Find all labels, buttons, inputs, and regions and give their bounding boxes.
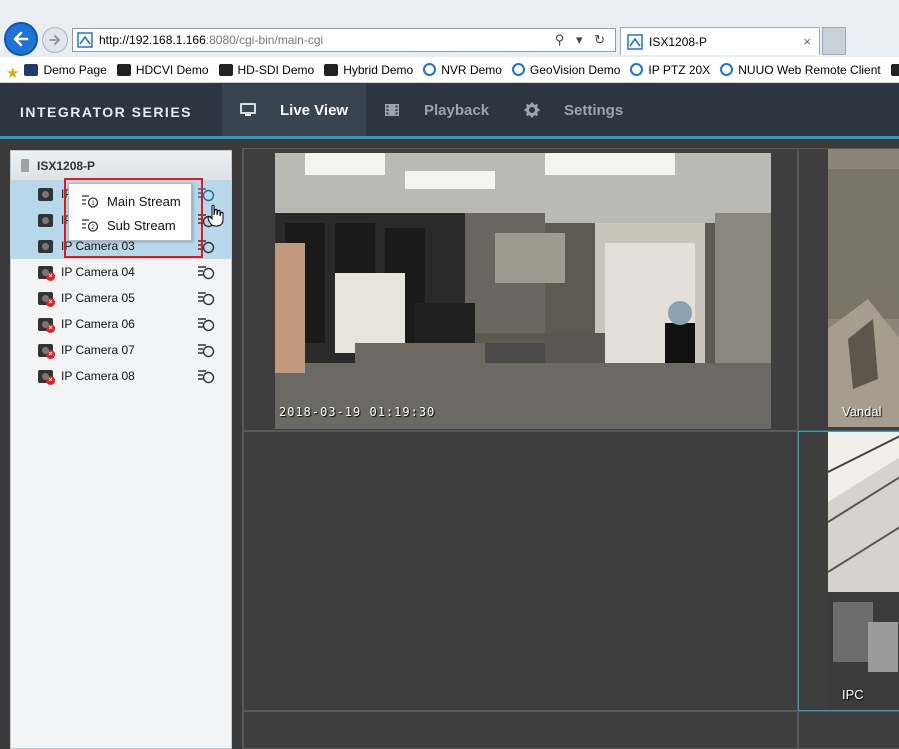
camera-feed-4: IPC [828,432,899,710]
video-grid: 2018-03-19 01:19:30 Vandal IPC [242,148,899,749]
main-stream-icon: 1 [82,195,99,208]
video-cell-5[interactable] [243,711,798,749]
camera-label: IP Camera 08 [61,369,135,383]
stream-select-icon[interactable] [197,368,215,384]
office-scene-image [275,153,771,429]
ie-icon [630,63,644,76]
app-header: INTEGRATOR SERIES Live View Playback Set… [0,84,899,139]
camera-feed-1: 2018-03-19 01:19:30 [275,153,771,429]
favorite-hdcvi-demo[interactable]: HDCVI Demo [116,63,209,77]
video-cell-1[interactable]: 2018-03-19 01:19:30 [243,148,798,431]
gear-icon [524,102,540,118]
tab-live-view[interactable]: Live View [222,84,367,136]
camera-label: IP Camera 07 [61,343,135,357]
film-icon [385,104,399,116]
camera-row-07[interactable]: × IP Camera 07 [11,337,231,363]
vandal-camera-image [828,149,899,427]
camera-icon [890,63,899,76]
demo-page-icon [24,63,39,76]
video-cell-3[interactable] [243,431,798,711]
favorite-demo-page[interactable]: Demo Page [24,63,107,77]
stream-select-icon[interactable] [197,186,215,202]
arrow-left-icon [13,31,29,47]
camera-row-05[interactable]: × IP Camera 05 [11,285,231,311]
video-cell-4[interactable]: IPC [798,431,899,711]
brand-title: INTEGRATOR SERIES [20,104,193,120]
camera-icon [324,63,339,76]
stream-select-icon[interactable] [197,264,215,280]
forward-button[interactable] [42,27,68,53]
address-tools-icons[interactable]: ⚲ ▾ ↻ [555,32,609,48]
camera-row-08[interactable]: × IP Camera 08 [11,363,231,389]
hand-cursor-icon [207,204,224,227]
favorite-hybrid-demo[interactable]: Hybrid Demo [324,63,413,77]
favorites-star-icon[interactable]: ★ [6,64,19,82]
camera-offline-icon: × [38,265,55,281]
camera-offline-icon: × [38,317,55,333]
url-path: :8080/cgi-bin/main-cgi [205,33,324,47]
url-host: http://192.168.1.166 [99,33,206,47]
tab-title: ISX1208-P [649,34,708,49]
device-node[interactable]: ISX1208-P [11,151,231,181]
camera-icon [38,187,53,201]
close-tab-icon[interactable]: × [803,34,811,49]
menu-item-sub-stream[interactable]: 2 Sub Stream [69,213,191,237]
tab-live-view-label: Live View [280,101,349,119]
menu-item-main-stream[interactable]: 1 Main Stream [69,189,191,213]
stream-select-icon[interactable] [197,290,215,306]
favorites-bar: ★ Demo Page HDCVI Demo HD-SDI Demo Hybri… [0,57,899,83]
device-name: ISX1208-P [37,158,96,173]
favorite-hd-sdi-demo[interactable]: HD-SDI Demo [218,63,314,77]
ie-icon [720,63,734,76]
camera-feed-2: Vandal [828,149,899,427]
stream-context-menu: 1 Main Stream 2 Sub Stream [68,183,192,241]
feed-4-overlay-label: IPC [842,687,864,702]
tab-playback[interactable]: Playback [384,84,489,136]
menu-label-sub-stream: Sub Stream [107,217,176,233]
camera-icon [116,63,131,76]
tab-settings-label: Settings [564,101,624,119]
sub-stream-icon: 2 [82,219,99,232]
address-bar[interactable]: http://192.168.1.166:8080/cgi-bin/main-c… [72,28,616,52]
favorite-ip-ptz-20x[interactable]: IP PTZ 20X [630,63,710,77]
camera-offline-icon: × [38,369,55,385]
video-cell-2[interactable]: Vandal [798,148,899,431]
camera-label: IP Camera 05 [61,291,135,305]
video-timestamp: 2018-03-19 01:19:30 [279,405,436,419]
tab-playback-label: Playback [424,101,490,119]
ie-icon [511,63,525,76]
camera-icon [218,63,233,76]
camera-icon [38,213,53,227]
camera-icon [38,239,53,253]
video-cell-6[interactable] [798,711,899,749]
camera-offline-icon: × [38,343,55,359]
browser-tab[interactable]: ISX1208-P × [620,27,820,55]
feed-2-overlay-label: Vandal [842,404,882,419]
stream-select-icon[interactable] [197,342,215,358]
favorite-geovision-demo[interactable]: GeoVision Demo [511,63,620,77]
tab-settings[interactable]: Settings [524,84,623,136]
camera-label: IP Camera 03 [61,239,135,253]
camera-row-04[interactable]: × IP Camera 04 [11,259,231,285]
back-button[interactable] [4,22,38,56]
arrow-right-icon [49,35,60,45]
ie-icon [423,63,437,76]
stream-select-icon[interactable] [197,238,215,254]
camera-row-06[interactable]: × IP Camera 06 [11,311,231,337]
monitor-icon [240,103,256,116]
ipc-camera-image [828,432,899,710]
camera-label: IP Camera 04 [61,265,135,279]
favorite-nuuo-web-remote-client[interactable]: NUUO Web Remote Client [720,63,881,77]
browser-toolbar: http://192.168.1.166:8080/cgi-bin/main-c… [0,0,899,57]
favorite-truncated[interactable]: D [890,63,899,77]
menu-label-main-stream: Main Stream [107,193,181,209]
stream-select-icon[interactable] [197,316,215,332]
camera-offline-icon: × [38,291,55,307]
tab-favicon-icon [627,33,643,50]
favorite-nvr-demo[interactable]: NVR Demo [423,63,502,77]
site-favicon-icon [77,32,93,48]
camera-label: IP Camera 06 [61,317,135,331]
new-tab-button[interactable] [822,27,846,55]
dvr-device-icon [21,159,29,172]
